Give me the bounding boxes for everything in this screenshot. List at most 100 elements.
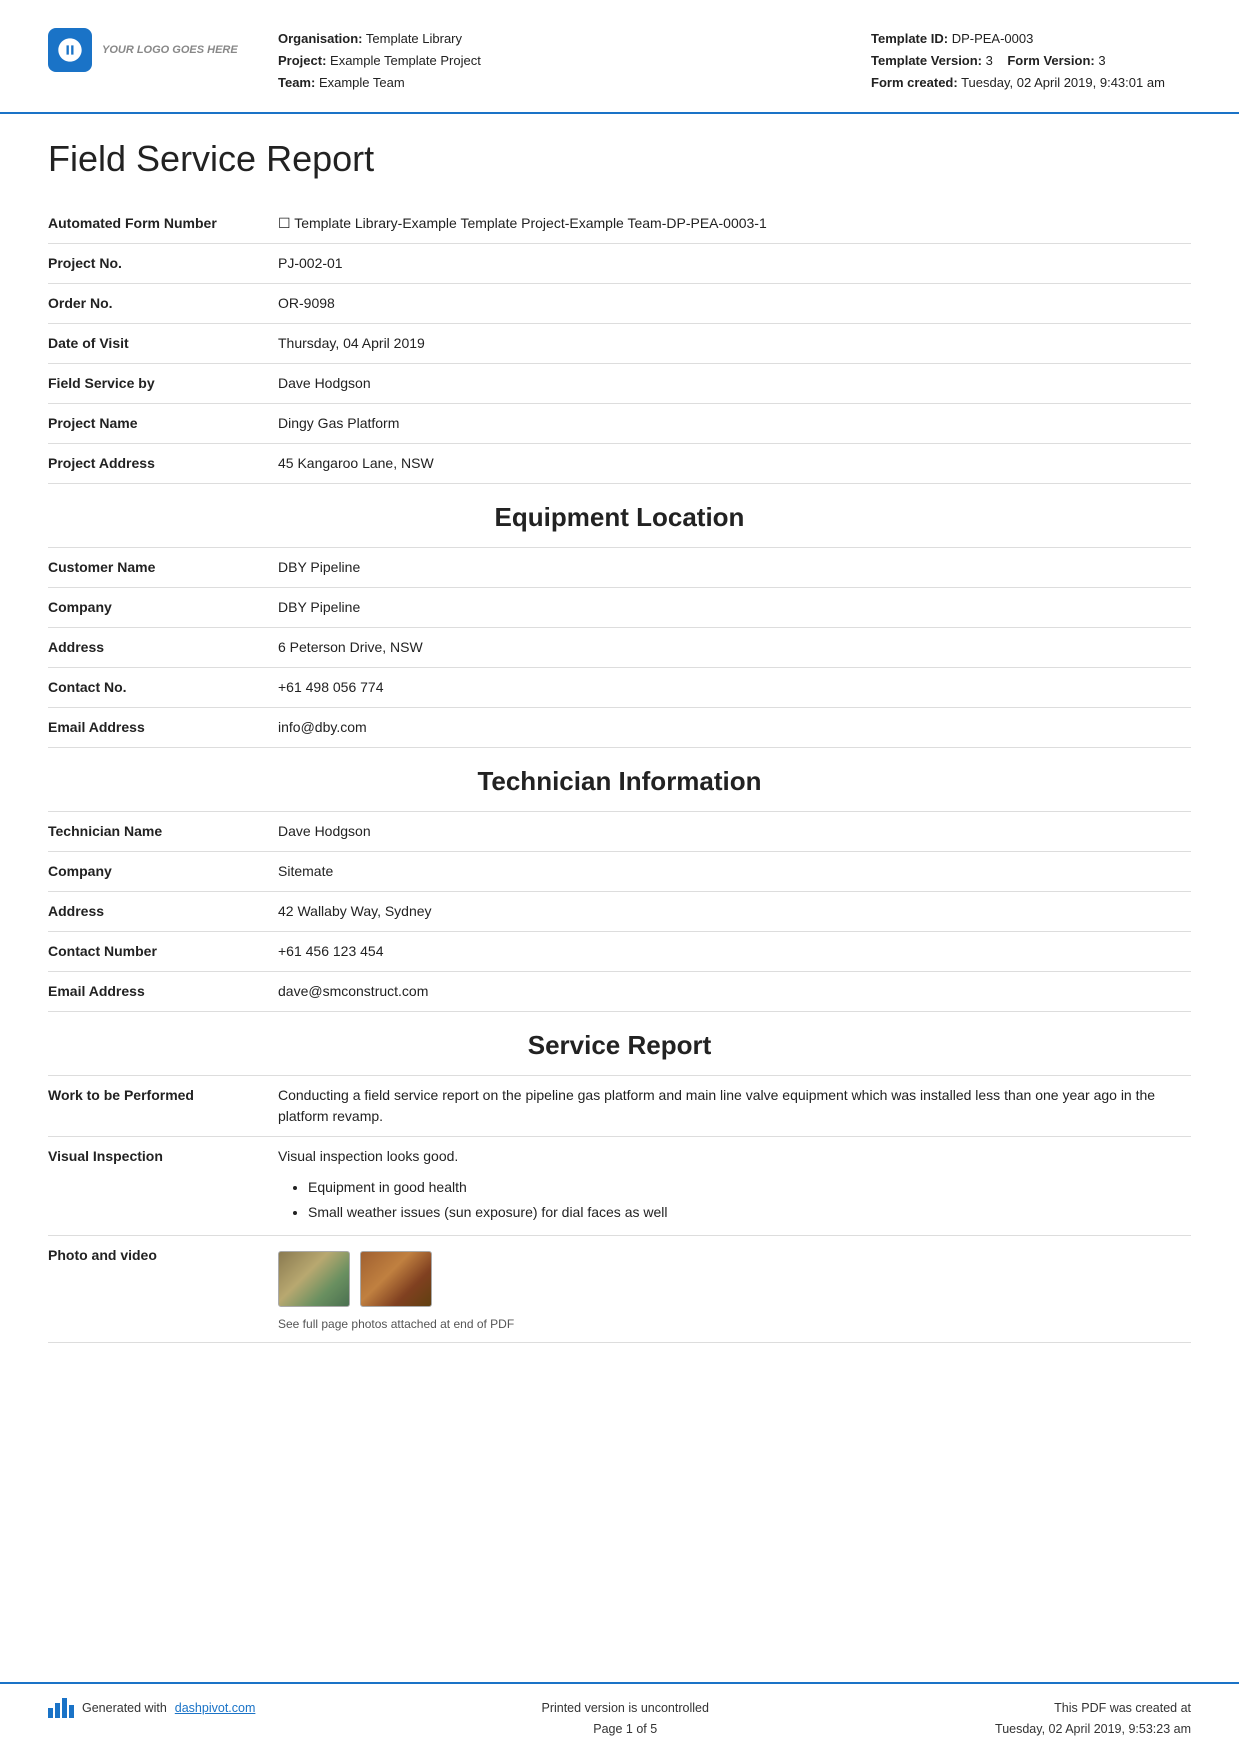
photo-caption: See full page photos attached at end of … bbox=[278, 1315, 1181, 1333]
photo-row bbox=[278, 1251, 1181, 1307]
table-row: Address6 Peterson Drive, NSW bbox=[48, 628, 1191, 668]
form-version-label: Form Version: bbox=[1007, 53, 1094, 68]
field-label: Project Name bbox=[48, 404, 258, 444]
field-value: Sitemate bbox=[258, 852, 1191, 892]
logo-svg bbox=[56, 36, 84, 64]
equipment-fields-table: Customer NameDBY PipelineCompanyDBY Pipe… bbox=[48, 548, 1191, 748]
table-row: Technician NameDave Hodgson bbox=[48, 812, 1191, 852]
header: YOUR LOGO GOES HERE Organisation: Templa… bbox=[0, 0, 1239, 114]
bullet-list: Equipment in good healthSmall weather is… bbox=[308, 1175, 1181, 1225]
field-label: Order No. bbox=[48, 284, 258, 324]
field-label: Project No. bbox=[48, 244, 258, 284]
team-value: Example Team bbox=[319, 75, 405, 90]
field-value: Conducting a field service report on the… bbox=[258, 1076, 1191, 1137]
logo-box: YOUR LOGO GOES HERE bbox=[48, 28, 248, 72]
list-item: Equipment in good health bbox=[308, 1175, 1181, 1200]
footer-right-line1: This PDF was created at bbox=[995, 1698, 1191, 1719]
team-line: Team: Example Team bbox=[278, 72, 841, 94]
field-value: See full page photos attached at end of … bbox=[258, 1235, 1191, 1342]
footer: Generated with dashpivot.com Printed ver… bbox=[0, 1682, 1239, 1754]
field-value: Dingy Gas Platform bbox=[258, 404, 1191, 444]
form-created-line: Form created: Tuesday, 02 April 2019, 9:… bbox=[871, 72, 1191, 94]
table-row: Email Addressinfo@dby.com bbox=[48, 708, 1191, 748]
page: YOUR LOGO GOES HERE Organisation: Templa… bbox=[0, 0, 1239, 1754]
table-row: Project Address45 Kangaroo Lane, NSW bbox=[48, 444, 1191, 484]
table-row: Visual InspectionVisual inspection looks… bbox=[48, 1137, 1191, 1235]
bar3 bbox=[62, 1698, 67, 1718]
field-value: Dave Hodgson bbox=[258, 812, 1191, 852]
field-label: Email Address bbox=[48, 972, 258, 1012]
field-value: PJ-002-01 bbox=[258, 244, 1191, 284]
field-label: Technician Name bbox=[48, 812, 258, 852]
technician-fields-table: Technician NameDave HodgsonCompanySitema… bbox=[48, 812, 1191, 1012]
bar1 bbox=[48, 1708, 53, 1718]
field-label: Customer Name bbox=[48, 548, 258, 588]
team-label: Team: bbox=[278, 75, 315, 90]
project-label: Project: bbox=[278, 53, 326, 68]
field-label: Work to be Performed bbox=[48, 1076, 258, 1137]
field-value: 42 Wallaby Way, Sydney bbox=[258, 892, 1191, 932]
template-id-line: Template ID: DP-PEA-0003 bbox=[871, 28, 1191, 50]
template-id-label: Template ID: bbox=[871, 31, 948, 46]
table-row: Email Addressdave@smconstruct.com bbox=[48, 972, 1191, 1012]
field-value: Dave Hodgson bbox=[258, 364, 1191, 404]
field-value: Thursday, 04 April 2019 bbox=[258, 324, 1191, 364]
field-label: Contact Number bbox=[48, 932, 258, 972]
table-row: Project NameDingy Gas Platform bbox=[48, 404, 1191, 444]
bar2 bbox=[55, 1703, 60, 1718]
logo-icon bbox=[48, 28, 92, 72]
template-version-value: 3 bbox=[986, 53, 993, 68]
field-value: 6 Peterson Drive, NSW bbox=[258, 628, 1191, 668]
technician-section-header: Technician Information bbox=[48, 748, 1191, 812]
footer-bars-icon bbox=[48, 1698, 74, 1718]
service-section-header: Service Report bbox=[48, 1012, 1191, 1076]
dashpivot-link[interactable]: dashpivot.com bbox=[175, 1701, 256, 1715]
field-label: Company bbox=[48, 588, 258, 628]
bar4 bbox=[69, 1705, 74, 1718]
footer-center: Printed version is uncontrolled Page 1 o… bbox=[541, 1698, 708, 1741]
footer-left: Generated with dashpivot.com bbox=[48, 1698, 255, 1718]
table-row: Automated Form Number☐ Template Library-… bbox=[48, 204, 1191, 244]
table-row: Project No.PJ-002-01 bbox=[48, 244, 1191, 284]
field-value: 45 Kangaroo Lane, NSW bbox=[258, 444, 1191, 484]
service-fields-table: Work to be PerformedConducting a field s… bbox=[48, 1076, 1191, 1342]
footer-center-line1: Printed version is uncontrolled bbox=[541, 1698, 708, 1719]
table-row: CompanySitemate bbox=[48, 852, 1191, 892]
version-line: Template Version: 3 Form Version: 3 bbox=[871, 50, 1191, 72]
table-row: Contact Number+61 456 123 454 bbox=[48, 932, 1191, 972]
table-row: Photo and videoSee full page photos atta… bbox=[48, 1235, 1191, 1342]
form-version-value: 3 bbox=[1098, 53, 1105, 68]
logo-text: YOUR LOGO GOES HERE bbox=[102, 44, 238, 56]
table-row: Order No.OR-9098 bbox=[48, 284, 1191, 324]
field-label: Date of Visit bbox=[48, 324, 258, 364]
form-created-label: Form created: bbox=[871, 75, 958, 90]
field-value: DBY Pipeline bbox=[258, 588, 1191, 628]
footer-center-line2: Page 1 of 5 bbox=[541, 1719, 708, 1740]
field-value: dave@smconstruct.com bbox=[258, 972, 1191, 1012]
field-label: Address bbox=[48, 892, 258, 932]
table-row: Field Service byDave Hodgson bbox=[48, 364, 1191, 404]
table-row: Date of VisitThursday, 04 April 2019 bbox=[48, 324, 1191, 364]
field-label: Project Address bbox=[48, 444, 258, 484]
field-value: +61 456 123 454 bbox=[258, 932, 1191, 972]
field-label: Automated Form Number bbox=[48, 204, 258, 244]
photo-thumb-1 bbox=[278, 1251, 350, 1307]
template-id-value: DP-PEA-0003 bbox=[952, 31, 1034, 46]
equipment-section-header: Equipment Location bbox=[48, 484, 1191, 548]
generated-text: Generated with bbox=[82, 1701, 167, 1715]
field-value: +61 498 056 774 bbox=[258, 668, 1191, 708]
header-meta: Organisation: Template Library Project: … bbox=[278, 28, 841, 94]
table-row: Contact No.+61 498 056 774 bbox=[48, 668, 1191, 708]
header-right: Template ID: DP-PEA-0003 Template Versio… bbox=[871, 28, 1191, 94]
field-label: Email Address bbox=[48, 708, 258, 748]
field-label: Contact No. bbox=[48, 668, 258, 708]
page-title: Field Service Report bbox=[48, 138, 1191, 180]
field-label: Address bbox=[48, 628, 258, 668]
org-line: Organisation: Template Library bbox=[278, 28, 841, 50]
org-label: Organisation: bbox=[278, 31, 363, 46]
project-line: Project: Example Template Project bbox=[278, 50, 841, 72]
form-created-value: Tuesday, 02 April 2019, 9:43:01 am bbox=[961, 75, 1165, 90]
footer-right: This PDF was created at Tuesday, 02 Apri… bbox=[995, 1698, 1191, 1741]
project-value: Example Template Project bbox=[330, 53, 481, 68]
field-value: OR-9098 bbox=[258, 284, 1191, 324]
